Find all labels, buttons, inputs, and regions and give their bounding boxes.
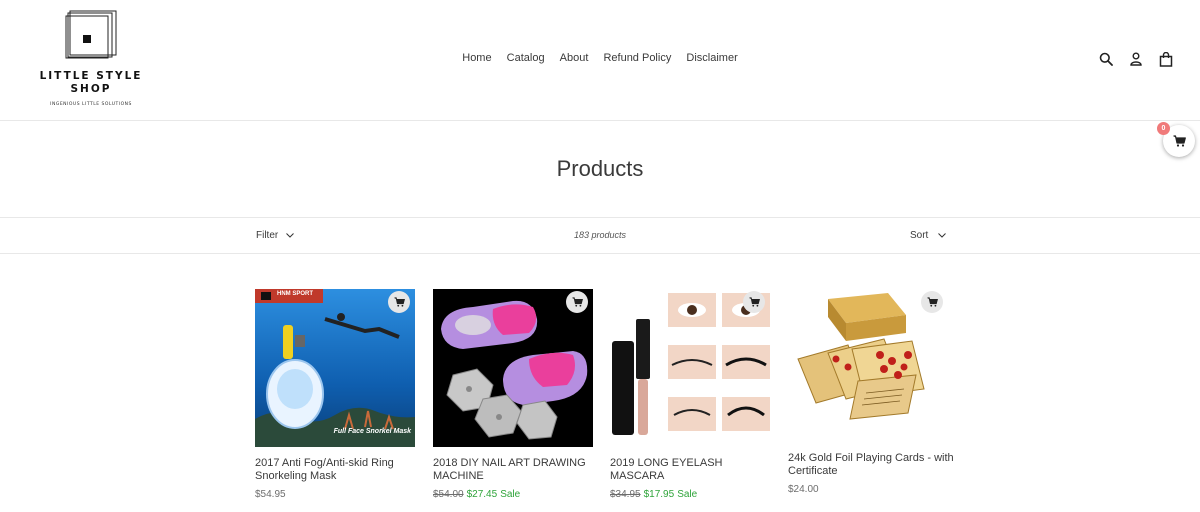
regular-price: $54.95 bbox=[255, 489, 286, 500]
product-image-gold-cards[interactable] bbox=[788, 289, 948, 439]
nav-home[interactable]: Home bbox=[462, 52, 491, 64]
page-title: Products bbox=[556, 156, 644, 181]
cart-icon bbox=[1173, 135, 1186, 147]
cart-icon bbox=[572, 297, 583, 307]
cart-icon bbox=[749, 297, 760, 307]
brand-name: LITTLE STYLE SHOP bbox=[38, 70, 144, 95]
image-logo-text: HNM SPORT bbox=[277, 291, 313, 297]
product-title[interactable]: 2017 Anti Fog/Anti-skid Ring Snorkeling … bbox=[255, 457, 423, 483]
regular-price: $24.00 bbox=[788, 484, 819, 495]
nav-about[interactable]: About bbox=[560, 52, 589, 64]
brand-tagline: INGENIOUS LITTLE SOLUTIONS bbox=[50, 102, 132, 107]
cart-icon bbox=[927, 297, 938, 307]
site-header: LITTLE STYLE SHOP INGENIOUS LITTLE SOLUT… bbox=[0, 0, 1200, 121]
product-title[interactable]: 24k Gold Foil Playing Cards - with Certi… bbox=[788, 452, 956, 478]
product-title[interactable]: 2018 DIY NAIL ART DRAWING MACHINE bbox=[433, 457, 601, 483]
brand-name-line1: LITTLE STYLE bbox=[39, 70, 143, 82]
product-price: $54.95 bbox=[255, 489, 286, 500]
product-price: $24.00 bbox=[788, 484, 819, 495]
sale-price: $27.45 bbox=[466, 489, 498, 500]
sale-label: Sale bbox=[500, 489, 521, 500]
add-to-cart-button[interactable] bbox=[921, 291, 943, 313]
add-to-cart-button[interactable] bbox=[388, 291, 410, 313]
sort-label: Sort bbox=[910, 230, 929, 241]
image-caption-text: Full Face Snorkel Mask bbox=[333, 428, 411, 435]
bag-icon[interactable] bbox=[1158, 51, 1174, 67]
main-nav: Home Catalog About Refund Policy Disclai… bbox=[0, 52, 1200, 64]
search-icon[interactable] bbox=[1098, 51, 1114, 67]
compare-at-price: $54.00 bbox=[433, 489, 464, 500]
cart-icon bbox=[394, 297, 405, 307]
nav-catalog[interactable]: Catalog bbox=[507, 52, 545, 64]
sort-dropdown[interactable]: Sort bbox=[910, 230, 947, 241]
sale-price: $17.95 bbox=[643, 489, 675, 500]
product-price: $34.95 $17.95 Sale bbox=[610, 489, 697, 500]
floating-cart-button[interactable]: 0 bbox=[1157, 122, 1195, 157]
add-to-cart-button[interactable] bbox=[743, 291, 765, 313]
sale-label: Sale bbox=[677, 489, 698, 500]
brand-name-line2: SHOP bbox=[70, 82, 112, 95]
chevron-down-icon bbox=[938, 233, 947, 238]
account-icon[interactable] bbox=[1128, 51, 1144, 67]
add-to-cart-button[interactable] bbox=[566, 291, 588, 313]
cart-count-badge: 0 bbox=[1157, 122, 1170, 135]
nav-refund-policy[interactable]: Refund Policy bbox=[603, 52, 671, 64]
product-image-nail-art-machine[interactable] bbox=[433, 289, 593, 447]
product-image-mascara[interactable] bbox=[610, 289, 770, 447]
product-title[interactable]: 2019 LONG EYELASH MASCARA bbox=[610, 457, 778, 483]
compare-at-price: $34.95 bbox=[610, 489, 641, 500]
filter-bar: Filter 183 products Sort bbox=[0, 217, 1200, 254]
header-icons bbox=[1098, 50, 1174, 68]
product-count: 183 products bbox=[573, 230, 627, 240]
product-image-snorkel-mask[interactable]: HNM SPORT Full Face Snorkel Mask bbox=[255, 289, 415, 447]
product-price: $54.00 $27.45 Sale bbox=[433, 489, 520, 500]
nav-disclaimer[interactable]: Disclaimer bbox=[686, 52, 737, 64]
